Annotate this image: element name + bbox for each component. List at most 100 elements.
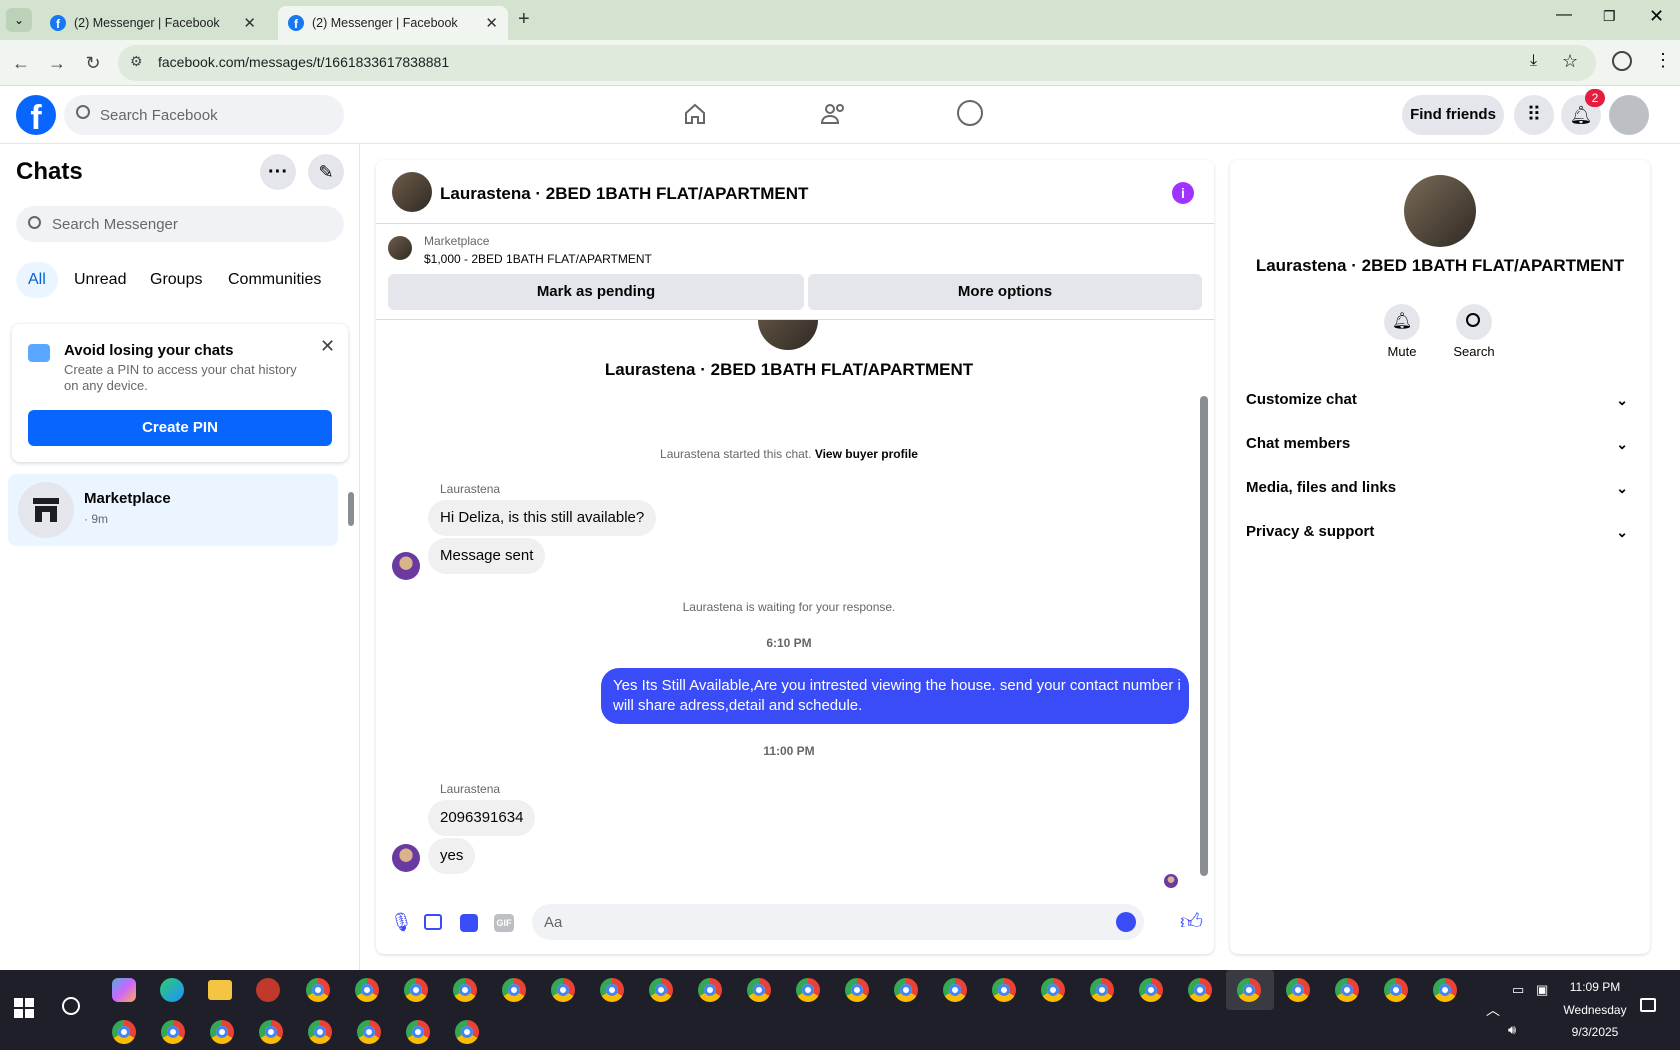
chrome-icon[interactable] <box>1433 978 1457 1002</box>
filter-all[interactable]: All <box>16 262 58 298</box>
chrome-icon[interactable] <box>796 978 820 1002</box>
chrome-icon[interactable] <box>600 978 624 1002</box>
friends-icon[interactable] <box>820 102 848 126</box>
facebook-logo-icon[interactable]: f <box>16 95 56 135</box>
message-scrollbar[interactable] <box>1200 396 1208 876</box>
chrome-icon[interactable] <box>306 978 330 1002</box>
chrome-icon[interactable] <box>404 978 428 1002</box>
info-icon[interactable]: i <box>1172 182 1194 204</box>
more-options-button[interactable]: More options <box>808 274 1202 310</box>
photo-icon[interactable] <box>424 914 442 930</box>
filter-groups[interactable]: Groups <box>138 262 214 298</box>
file-explorer-icon[interactable] <box>208 980 232 1000</box>
menu-grid-icon[interactable]: ⠿ <box>1514 95 1554 135</box>
thread-title[interactable]: Laurastena · 2BED 1BATH FLAT/APARTMENT <box>440 184 808 204</box>
message-input[interactable]: Aa <box>532 904 1144 940</box>
facebook-search-input[interactable]: Search Facebook <box>64 95 344 135</box>
thumbs-up-icon[interactable]: 👍︎ <box>1180 908 1203 935</box>
chrome-icon[interactable] <box>210 1020 234 1044</box>
notification-center-icon[interactable] <box>1640 998 1656 1012</box>
volume-icon[interactable]: 🔊︎ <box>1508 1022 1516 1038</box>
message-bubble[interactable]: Hi Deliza, is this still available? <box>428 500 657 536</box>
account-avatar[interactable] <box>1609 95 1649 135</box>
browser-menu-icon[interactable]: ⋮ <box>1654 50 1672 71</box>
media-files-links-section[interactable]: Media, files and links ⌄ <box>1246 468 1638 508</box>
sidebar-scrollbar[interactable] <box>348 492 354 526</box>
clock-time[interactable]: 11:09 PM <box>1550 980 1640 994</box>
close-tab-icon[interactable]: ✕ <box>243 14 256 32</box>
sticker-icon[interactable] <box>460 914 478 932</box>
message-bubble[interactable]: yes <box>428 838 476 874</box>
thread-avatar[interactable] <box>392 172 432 212</box>
chrome-icon[interactable] <box>355 978 379 1002</box>
bookmark-star-icon[interactable]: ☆ <box>1562 51 1578 72</box>
chrome-icon[interactable] <box>406 1020 430 1044</box>
chrome-icon[interactable] <box>698 978 722 1002</box>
reload-icon[interactable]: ↻ <box>80 50 106 76</box>
chrome-icon[interactable] <box>112 1020 136 1044</box>
forward-icon[interactable]: → <box>44 50 70 76</box>
chrome-icon[interactable] <box>1286 978 1310 1002</box>
emoji-icon[interactable] <box>1116 912 1136 932</box>
browser-tab-1[interactable]: f (2) Messenger | Facebook ✕ <box>40 6 266 40</box>
outgoing-message-bubble[interactable]: Yes Its Still Available,Are you intreste… <box>601 668 1189 724</box>
messenger-search-input[interactable]: Search Messenger <box>16 206 344 242</box>
filter-unread[interactable]: Unread <box>62 262 138 298</box>
back-icon[interactable]: ← <box>8 50 34 76</box>
create-pin-button[interactable]: Create PIN <box>28 410 332 446</box>
gif-icon[interactable]: GIF <box>494 914 514 932</box>
chrome-icon[interactable] <box>453 978 477 1002</box>
filter-communities[interactable]: Communities <box>216 262 333 298</box>
chrome-icon[interactable] <box>161 1020 185 1044</box>
copilot-icon[interactable] <box>112 978 136 1002</box>
minimize-window-icon[interactable]: — <box>1556 6 1572 24</box>
mark-pending-button[interactable]: Mark as pending <box>388 274 804 310</box>
chrome-icon[interactable] <box>992 978 1016 1002</box>
chrome-icon[interactable] <box>1188 978 1212 1002</box>
chrome-icon[interactable] <box>747 978 771 1002</box>
chrome-icon[interactable] <box>455 1020 479 1044</box>
chrome-icon[interactable] <box>1335 978 1359 1002</box>
chrome-icon[interactable] <box>894 978 918 1002</box>
sender-avatar[interactable] <box>392 844 420 872</box>
home-icon[interactable] <box>683 102 707 126</box>
app-icon[interactable] <box>256 978 280 1002</box>
chrome-icon[interactable] <box>357 1020 381 1044</box>
chrome-icon[interactable] <box>308 1020 332 1044</box>
chrome-icon[interactable] <box>1090 978 1114 1002</box>
network-icon[interactable]: ▣ <box>1536 982 1548 998</box>
taskbar-search-icon[interactable] <box>62 997 80 1015</box>
find-friends-button[interactable]: Find friends <box>1402 95 1504 135</box>
chrome-icon[interactable] <box>259 1020 283 1044</box>
site-info-icon[interactable]: ⚙ <box>130 53 143 70</box>
profile-icon[interactable] <box>1612 51 1632 71</box>
clock-day[interactable]: Wednesday <box>1550 1003 1640 1017</box>
chrome-icon[interactable] <box>502 978 526 1002</box>
browser-tab-2[interactable]: f (2) Messenger | Facebook ✕ <box>278 6 508 40</box>
edge-icon[interactable] <box>160 978 184 1002</box>
message-bubble[interactable]: Message sent <box>428 538 546 574</box>
close-icon[interactable]: ✕ <box>320 336 335 357</box>
close-window-icon[interactable]: ✕ <box>1649 6 1664 27</box>
message-bubble[interactable]: 2096391634 <box>428 800 536 836</box>
clock-date[interactable]: 9/3/2025 <box>1550 1025 1640 1039</box>
chrome-icon[interactable] <box>1139 978 1163 1002</box>
chrome-icon[interactable] <box>943 978 967 1002</box>
view-buyer-profile-link[interactable]: View buyer profile <box>815 447 918 461</box>
tab-search-button[interactable]: ⌄ <box>6 8 32 32</box>
new-message-icon[interactable]: ✎ <box>308 154 344 190</box>
chrome-icon[interactable] <box>1384 978 1408 1002</box>
groups-icon[interactable] <box>957 100 983 126</box>
install-app-icon[interactable]: ⤓ <box>1530 52 1537 70</box>
chrome-icon[interactable] <box>1237 978 1261 1002</box>
meet-now-icon[interactable]: ▭ <box>1512 982 1524 998</box>
show-hidden-icons-icon[interactable]: ︿ <box>1486 1000 1500 1020</box>
close-tab-icon[interactable]: ✕ <box>485 14 498 32</box>
search-conversation-icon[interactable] <box>1456 304 1492 340</box>
chrome-icon[interactable] <box>1041 978 1065 1002</box>
chrome-icon[interactable] <box>551 978 575 1002</box>
more-options-icon[interactable]: ··· <box>260 154 296 190</box>
restore-window-icon[interactable]: ❐ <box>1603 8 1616 25</box>
mute-bell-icon[interactable]: 🔔︎ <box>1384 304 1420 340</box>
sender-avatar[interactable] <box>392 552 420 580</box>
